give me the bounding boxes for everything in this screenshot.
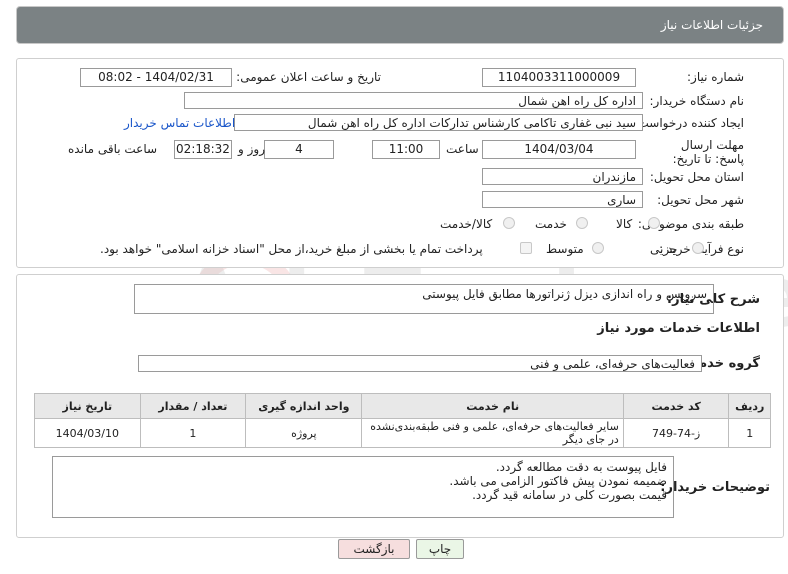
buyer-org-label: نام دستگاه خریدار: bbox=[649, 94, 745, 108]
cell-service-code: ز-74-749 bbox=[622, 418, 730, 448]
col-unit: واحد اندازه گیری bbox=[245, 393, 363, 419]
col-need-date: تاریخ نیاز bbox=[34, 393, 141, 419]
province-label: استان محل تحویل: bbox=[649, 170, 744, 184]
print-button[interactable]: چاپ bbox=[416, 539, 464, 559]
col-service-code: کد خدمت bbox=[622, 393, 730, 419]
buyer-notes-textarea[interactable]: فایل پیوست به دقت مطالعه گردد. ضمیمه نمو… bbox=[52, 456, 674, 518]
announce-datetime-field[interactable]: 1404/02/31 - 08:02 bbox=[80, 68, 232, 87]
remaining-time-field[interactable]: 02:18:32 bbox=[174, 140, 232, 159]
deadline-time-label: ساعت bbox=[446, 142, 479, 156]
notes-line-1: فایل پیوست به دقت مطالعه گردد. bbox=[495, 460, 667, 474]
announce-datetime-label: تاریخ و ساعت اعلان عمومی: bbox=[236, 70, 381, 84]
category-goods-label: کالا bbox=[616, 217, 633, 231]
purchase-minor-label: جزیی bbox=[650, 242, 678, 256]
days-label: روز و bbox=[238, 142, 265, 156]
cell-quantity: 1 bbox=[139, 418, 247, 448]
cell-need-date: 1404/03/10 bbox=[34, 418, 141, 448]
creator-label: ایجاد کننده درخواست: bbox=[633, 116, 744, 130]
category-goods-service-label: کالا/خدمت bbox=[440, 217, 493, 231]
treasury-payment-note: پرداخت تمام یا بخشی از مبلغ خرید،از محل … bbox=[100, 242, 483, 256]
deadline-label: مهلت ارسال پاسخ: تا تاریخ: bbox=[672, 138, 744, 166]
need-number-label: شماره نیاز: bbox=[687, 70, 744, 84]
service-group-field[interactable]: فعالیت‌های حرفه‌ای، علمی و فنی bbox=[138, 355, 702, 372]
table-row: 1 ز-74-749 سایر فعالیت‌های حرفه‌ای، علمی… bbox=[34, 418, 771, 448]
city-field[interactable]: ساری bbox=[482, 191, 643, 208]
services-section-title: اطلاعات خدمات مورد نیاز bbox=[597, 321, 760, 336]
summary-textarea[interactable]: سرویس و راه اندازی دیزل ژنراتورها مطابق … bbox=[134, 284, 714, 314]
notes-line-3: قیمت بصورت کلی در سامانه قید گردد. bbox=[472, 488, 667, 502]
category-service-radio[interactable] bbox=[576, 217, 588, 229]
notes-line-2: ضمیمه نمودن پیش فاکتور الزامی می باشد. bbox=[449, 474, 667, 488]
days-field[interactable]: 4 bbox=[264, 140, 334, 159]
purchase-medium-radio[interactable] bbox=[592, 242, 604, 254]
contact-info-link[interactable]: اطلاعات تماس خریدار bbox=[124, 116, 235, 130]
deadline-date-field[interactable]: 1404/03/04 bbox=[482, 140, 636, 159]
col-service-name: نام خدمت bbox=[361, 393, 624, 419]
page-title: جزئیات اطلاعات نیاز bbox=[660, 18, 763, 32]
city-label: شهر محل تحویل: bbox=[657, 193, 744, 207]
category-goods-service-radio[interactable] bbox=[503, 217, 515, 229]
purchase-minor-radio[interactable] bbox=[692, 242, 704, 254]
creator-field[interactable]: سید نبی غفاری تاکامی کارشناس تدارکات ادا… bbox=[234, 114, 643, 131]
cell-unit: پروژه bbox=[245, 418, 363, 448]
treasury-payment-checkbox[interactable] bbox=[520, 242, 532, 254]
category-service-label: خدمت bbox=[535, 217, 567, 231]
buyer-org-field[interactable]: اداره کل راه اهن شمال bbox=[184, 92, 643, 109]
services-table: ردیف کد خدمت نام خدمت واحد اندازه گیری ت… bbox=[34, 393, 771, 448]
col-row: ردیف bbox=[728, 393, 771, 419]
need-number-field[interactable]: 1104003311000009 bbox=[482, 68, 636, 87]
deadline-time-field[interactable]: 11:00 bbox=[372, 140, 440, 159]
back-button[interactable]: بازگشت bbox=[338, 539, 410, 559]
cell-row: 1 bbox=[728, 418, 771, 448]
col-quantity: تعداد / مقدار bbox=[139, 393, 247, 419]
remaining-time-label: ساعت باقی مانده bbox=[68, 142, 158, 156]
purchase-medium-label: متوسط bbox=[546, 242, 584, 256]
category-goods-radio[interactable] bbox=[648, 217, 660, 229]
cell-service-name: سایر فعالیت‌های حرفه‌ای، علمی و فنی طبقه… bbox=[361, 418, 624, 448]
table-header-row: ردیف کد خدمت نام خدمت واحد اندازه گیری ت… bbox=[34, 393, 771, 419]
province-field[interactable]: مازندران bbox=[482, 168, 643, 185]
buyer-notes-label: توضیحات خریدار: bbox=[660, 480, 770, 495]
page-header: جزئیات اطلاعات نیاز bbox=[16, 6, 784, 44]
